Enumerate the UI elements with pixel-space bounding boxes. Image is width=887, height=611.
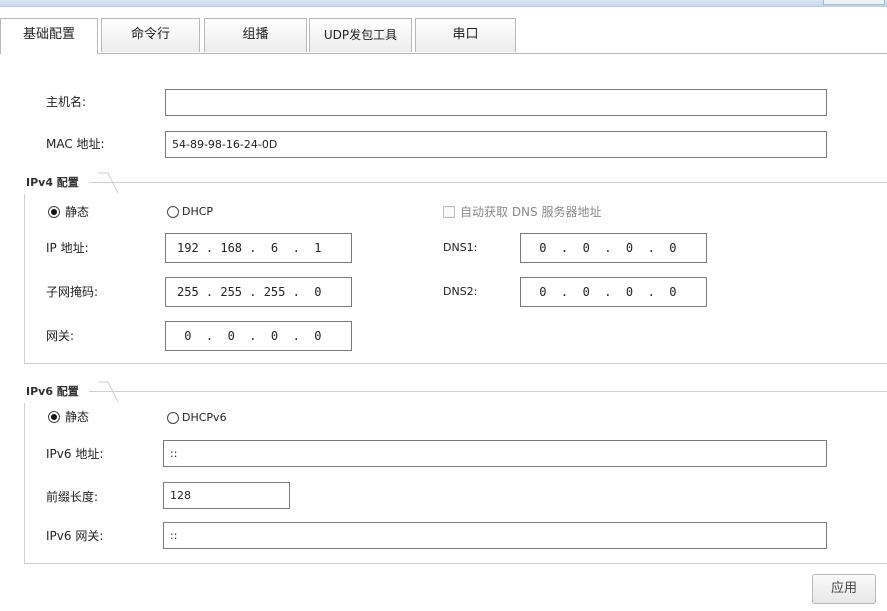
tab-command-line[interactable]: 命令行: [101, 18, 200, 52]
mac-address-input[interactable]: 54-89-98-16-24-0D: [165, 131, 827, 158]
tab-serial-port[interactable]: 串口: [415, 18, 516, 52]
ipv6-legend-tab-icon: [98, 381, 118, 403]
subnet-mask-input[interactable]: 255 . 255 . 255 . 0: [165, 277, 352, 307]
ipv4-address-input[interactable]: 192 . 168 . 6 . 1: [165, 233, 352, 263]
ipv4-address-label: IP 地址:: [46, 241, 89, 255]
dns1-input[interactable]: 0 . 0 . 0 . 0: [520, 233, 707, 263]
ipv6-address-input[interactable]: ::: [163, 440, 827, 467]
ipv6-dhcpv6-label: DHCPv6: [182, 411, 227, 424]
gateway-input[interactable]: 0 . 0 . 0 . 0: [165, 321, 352, 351]
tab-multicast[interactable]: 组播: [204, 18, 307, 52]
dns1-label: DNS1:: [443, 241, 478, 254]
window-top-strip: [0, 0, 887, 7]
ipv6-dhcpv6-radio[interactable]: [167, 412, 179, 424]
mac-address-label: MAC 地址:: [46, 137, 105, 151]
ipv6-static-label: 静态: [65, 410, 90, 424]
tab-udp-tool[interactable]: UDP发包工具: [309, 18, 412, 52]
prefix-length-input[interactable]: 128: [163, 482, 290, 509]
hostname-input[interactable]: [165, 89, 827, 116]
auto-dns-checkbox[interactable]: [443, 206, 455, 218]
ipv6-address-label: IPv6 地址:: [46, 447, 104, 461]
tab-bar: 基础配置 命令行 组播 UDP发包工具 串口: [0, 18, 887, 54]
ipv6-gateway-label: IPv6 网关:: [46, 529, 104, 543]
window-corner-button[interactable]: [823, 0, 885, 5]
ipv4-dhcp-radio[interactable]: [167, 206, 179, 218]
subnet-mask-label: 子网掩码:: [46, 285, 99, 299]
dns2-label: DNS2:: [443, 285, 478, 298]
ipv4-config-group: [24, 182, 887, 364]
ipv6-gateway-input[interactable]: ::: [163, 522, 827, 549]
ipv6-config-legend: IPv6 配置: [24, 381, 89, 403]
ipv4-static-label: 静态: [65, 205, 90, 219]
ipv4-config-legend: IPv4 配置: [24, 172, 89, 194]
ipv4-legend-tab-icon: [98, 172, 118, 194]
apply-button[interactable]: 应用: [812, 574, 876, 604]
hostname-label: 主机名:: [46, 95, 87, 109]
tab-basic-config[interactable]: 基础配置: [0, 18, 98, 54]
prefix-length-label: 前缀长度:: [46, 490, 99, 504]
dns2-input[interactable]: 0 . 0 . 0 . 0: [520, 277, 707, 307]
ipv4-dhcp-label: DHCP: [182, 205, 214, 218]
ipv6-static-radio[interactable]: [48, 411, 60, 423]
gateway-label: 网关:: [46, 329, 75, 343]
ipv4-static-radio[interactable]: [48, 206, 60, 218]
auto-dns-label: 自动获取 DNS 服务器地址: [460, 205, 602, 219]
